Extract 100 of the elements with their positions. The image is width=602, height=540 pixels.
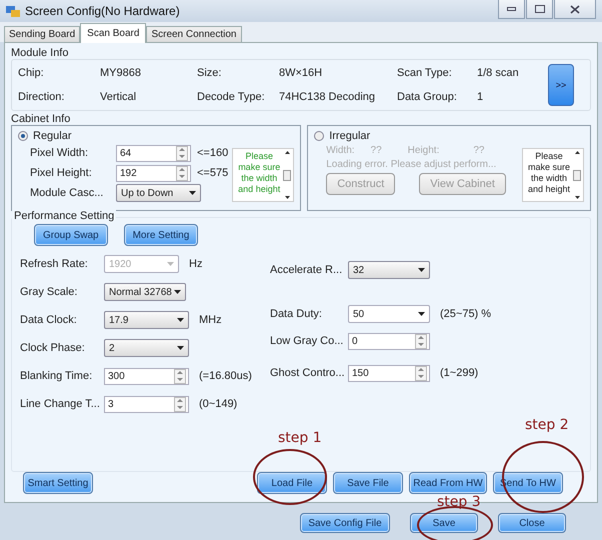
field-label: Size: [197,67,222,79]
field-label: Data Group: [397,91,458,103]
close-icon [570,4,580,14]
note-text: Please make sure the width and height [526,151,572,196]
field-label: Width: [326,145,355,156]
dropdown[interactable]: 17.9 [104,311,189,329]
radio-icon[interactable] [18,131,28,141]
maximize-button[interactable] [526,0,553,19]
caret-icon [174,290,181,294]
caret-icon [177,346,184,350]
field-value: ?? [370,145,382,156]
limit-text: <=160 [197,147,228,159]
group-title: Module Info [11,47,70,59]
field-value: 1 [477,91,484,103]
spin-arrows-icon[interactable] [174,368,186,384]
unit-text: (1~299) [440,367,478,379]
tab[interactable]: Screen Connection [146,26,242,42]
toolbar-button[interactable]: Group Swap [34,224,108,246]
spin-arrows-icon[interactable] [176,166,188,180]
note-text: Please make sure the width and height [237,151,282,196]
field-label: Low Gray Co... [270,335,344,347]
dropdown[interactable]: 50 [348,305,430,323]
toolbar-button[interactable]: More Setting [124,224,198,246]
action-button[interactable]: Save File [333,472,403,494]
scroll-up-icon[interactable] [574,151,580,154]
expand-button[interactable]: >> [548,64,574,106]
error-message: Loading error. Please adjust perform... [325,159,498,170]
radio-icon[interactable] [314,131,324,141]
unit-text: (25~75) % [440,308,492,320]
scrollbar-thumb[interactable] [283,170,292,180]
app-icon [6,5,20,17]
field-label: Accelerate R... [270,264,344,276]
dropdown[interactable]: Up to Down [116,184,201,202]
scroll-up-icon[interactable] [284,151,290,154]
footer-button[interactable]: Save [410,513,478,533]
footer-button[interactable]: Close [498,513,566,533]
field-label: Clock Phase: [20,342,86,354]
unit-text: Hz [189,258,202,270]
number-field[interactable]: 150 [348,364,430,382]
field-label: Data Clock: [20,314,78,326]
scroll-down-icon[interactable] [574,196,580,199]
spin-arrows-icon[interactable] [174,396,186,412]
field-label: Gray Scale: [20,286,78,298]
field-label: Blanking Time: [20,370,94,382]
field-label: Chip: [18,67,45,79]
unit-text: MHz [199,314,222,326]
dropdown[interactable]: Normal 32768 [104,283,186,301]
tab[interactable]: Scan Board [80,23,146,43]
spin-arrows-icon[interactable] [415,366,427,380]
field-label: Pixel Height: [30,167,93,179]
maximize-icon [534,5,544,13]
annotation-label: step 1 [278,430,322,446]
annotation-label: step 2 [525,417,569,433]
caret-icon [177,318,184,322]
tab[interactable]: Sending Board [4,26,80,42]
number-field[interactable]: 64 [116,144,191,162]
caret-icon [189,191,196,195]
dropdown[interactable]: 32 [348,261,430,279]
field-value: 1/8 scan [477,67,520,79]
caret-icon [418,268,425,272]
field-value: 74HC138 Decoding [279,91,376,103]
action-button[interactable]: Load File [257,472,327,494]
field-value: Vertical [100,91,138,103]
caret-icon [167,262,174,266]
field-label: Height: [408,145,440,156]
spin-arrows-icon[interactable] [176,146,188,160]
field-label: Data Duty: [270,308,323,320]
field-label: Decode Type: [197,91,266,103]
footer-button[interactable]: Save Config File [300,513,390,533]
field-value: 8W×16H [279,67,324,79]
field-label: Refresh Rate: [20,258,89,270]
close-button[interactable] [554,0,596,19]
number-field[interactable]: 3 [104,396,189,412]
unit-text: (=16.80us) [199,370,252,382]
number-field[interactable]: 0 [348,332,430,350]
spin-arrows-icon[interactable] [415,334,427,348]
field-label: Pixel Width: [30,147,90,159]
action-button[interactable]: Read From HW [409,472,487,494]
limit-text: <=575 [197,167,228,179]
regular-radio[interactable]: Regular [18,130,228,142]
field-label: Ghost Contro... [270,367,346,379]
annotation-label: step 3 [437,494,481,510]
action-button[interactable]: Smart Setting [23,472,93,494]
minimize-button[interactable] [498,0,525,19]
irregular-radio[interactable]: Irregular [314,130,518,142]
group-title: Performance Setting [12,210,116,222]
dropdown[interactable]: 2 [104,339,189,357]
caret-icon [418,312,425,316]
scroll-down-icon[interactable] [284,196,290,199]
field-label: Direction: [18,91,66,103]
window-title: Screen Config(No Hardware) [25,4,180,18]
minimize-icon [507,7,516,11]
field-label: Line Change T... [20,398,101,410]
number-field[interactable]: 300 [104,368,189,384]
group-title: Cabinet Info [11,113,72,125]
number-field[interactable]: 192 [116,164,191,182]
unit-text: (0~149) [199,398,238,410]
field-value: MY9868 [100,67,142,79]
scrollbar-thumb[interactable] [573,170,581,180]
field-label: Module Casc... [30,187,104,199]
